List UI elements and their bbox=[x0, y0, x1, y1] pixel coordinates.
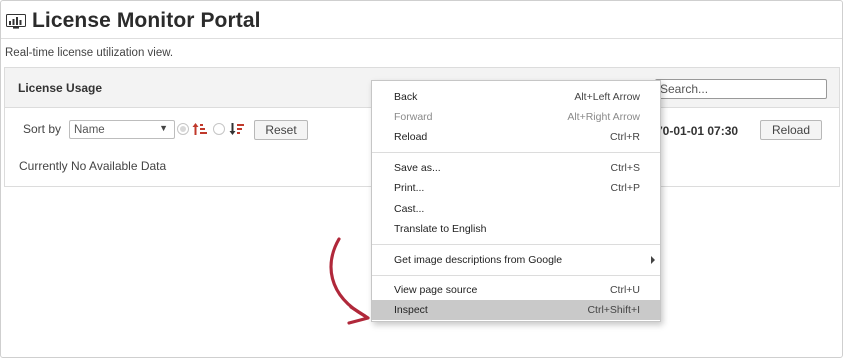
reset-button[interactable]: Reset bbox=[254, 120, 308, 140]
panel-title: License Usage bbox=[18, 81, 103, 95]
menu-item-back[interactable]: Back Alt+Left Arrow bbox=[372, 87, 660, 107]
sort-select-value: Name bbox=[74, 123, 105, 136]
menu-separator bbox=[372, 244, 660, 245]
sort-by-label: Sort by bbox=[23, 122, 62, 136]
page-header: License Monitor Portal bbox=[6, 7, 261, 35]
menu-item-reload[interactable]: Reload Ctrl+R bbox=[372, 127, 660, 147]
last-updated-timestamp: 70-01-01 07:30 bbox=[656, 124, 739, 138]
page-title: License Monitor Portal bbox=[32, 9, 261, 32]
title-divider bbox=[1, 38, 842, 39]
sort-descending-radio[interactable] bbox=[213, 123, 225, 135]
menu-item-view-source[interactable]: View page source Ctrl+U bbox=[372, 280, 660, 300]
search-input[interactable] bbox=[655, 79, 827, 99]
menu-item-save-as[interactable]: Save as... Ctrl+S bbox=[372, 158, 660, 178]
submenu-arrow-icon bbox=[651, 256, 655, 264]
menu-item-forward[interactable]: Forward Alt+Right Arrow bbox=[372, 107, 660, 127]
context-menu: Back Alt+Left Arrow Forward Alt+Right Ar… bbox=[371, 80, 661, 322]
sort-descending-icon bbox=[229, 123, 244, 135]
empty-state-message: Currently No Available Data bbox=[19, 159, 167, 173]
monitor-chart-icon bbox=[6, 13, 26, 29]
sort-ascending-icon bbox=[192, 123, 207, 135]
sort-by-select[interactable]: Name ▼ bbox=[69, 120, 175, 139]
menu-item-cast[interactable]: Cast... bbox=[372, 199, 660, 219]
curved-arrow-icon bbox=[329, 237, 370, 325]
page-subtitle: Real-time license utilization view. bbox=[5, 47, 174, 59]
reload-button[interactable]: Reload bbox=[760, 120, 822, 140]
sort-ascending-radio[interactable] bbox=[177, 123, 189, 135]
menu-item-print[interactable]: Print... Ctrl+P bbox=[372, 178, 660, 198]
menu-item-image-descriptions[interactable]: Get image descriptions from Google bbox=[372, 250, 660, 270]
chevron-down-icon: ▼ bbox=[159, 123, 168, 133]
menu-item-translate[interactable]: Translate to English bbox=[372, 219, 660, 239]
menu-separator bbox=[372, 275, 660, 276]
menu-item-inspect[interactable]: Inspect Ctrl+Shift+I bbox=[372, 300, 660, 320]
page-frame: License Monitor Portal Real-time license… bbox=[0, 0, 843, 358]
menu-separator bbox=[372, 152, 660, 153]
